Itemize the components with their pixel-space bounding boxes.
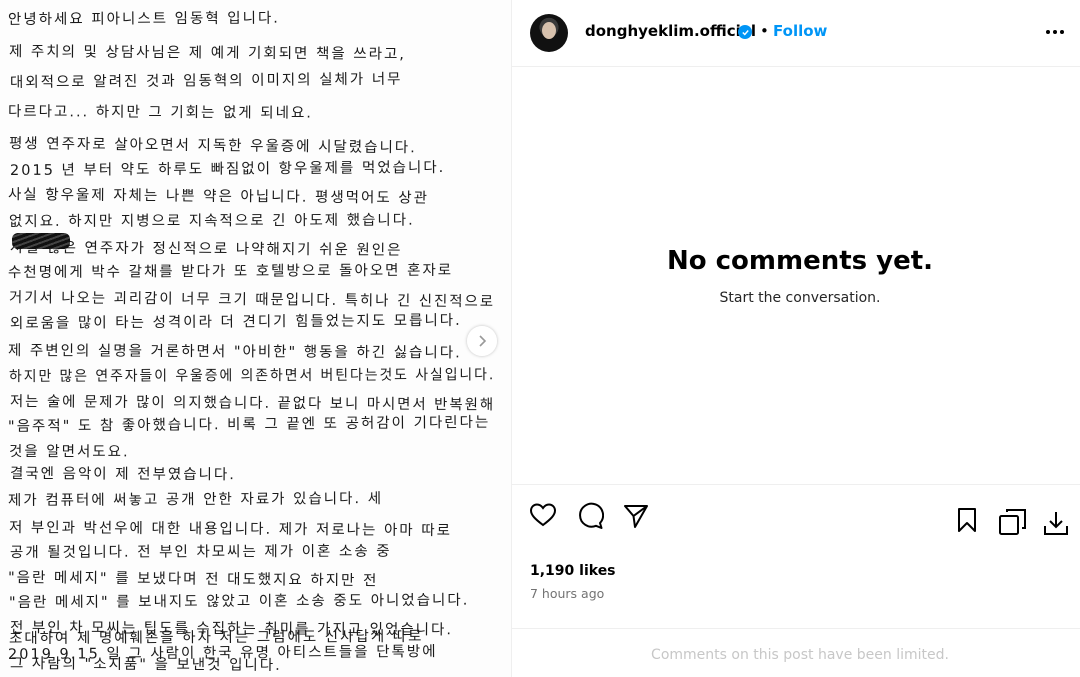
verified-badge-icon [738, 25, 752, 39]
handwritten-line: "음란 메세지" 를 보냈다며 전 대도했지요 하지만 전 [7, 569, 379, 590]
comment-icon[interactable] [576, 502, 604, 530]
post-timestamp[interactable]: 7 hours ago [530, 586, 604, 601]
download-icon[interactable] [1042, 509, 1070, 537]
handwritten-line: 거기서 나오는 괴리감이 너무 크기 때문입니다. 특히나 긴 신진적으로 [8, 290, 496, 311]
divider [512, 484, 1080, 485]
handwritten-line: 그 사람의 "소지품" 을 보낸것 입니다. [9, 656, 282, 674]
avatar[interactable] [530, 14, 568, 52]
more-horizontal-icon[interactable] [1044, 22, 1066, 42]
divider [512, 628, 1080, 629]
handwritten-line: 제가 컴퓨터에 써놓고 공개 안한 자료가 있습니다. 세 [7, 490, 384, 509]
scribbled-out-text [12, 233, 70, 249]
handwritten-line: 제 주치의 및 상담사님은 제 예게 기회되면 책을 쓰라고, [8, 43, 407, 63]
empty-comments-title: No comments yet. [666, 246, 934, 276]
post-image: 안녕하세요 피아니스트 임동혁 입니다. 제 주치의 및 상담사님은 제 예게 기… [0, 0, 511, 677]
empty-comments-subtitle: Start the conversation. [719, 290, 881, 306]
likes-count[interactable]: 1,190 likes [530, 563, 616, 579]
handwritten-line: 대외적으로 알려진 것과 임동혁의 이미지의 실체가 너무 [9, 71, 403, 92]
heart-icon[interactable] [529, 502, 557, 528]
post-side-panel: donghyeklim.official • Follow No comment… [512, 0, 1080, 677]
comments-limited-notice: Comments on this post have been limited. [651, 647, 949, 663]
post-header: donghyeklim.official • Follow [512, 0, 1080, 67]
handwritten-line: 사실 항우울제 자체는 나쁜 약은 아닙니다. 평생먹어도 상관 [7, 187, 430, 207]
username-link[interactable]: donghyeklim.official [585, 22, 756, 40]
handwritten-line: 초대하여 제 명예훼손을 하자 저는 그럼에도 신사답게 따로 [8, 629, 424, 648]
handwritten-line: 제 주변인의 실명을 거론하면서 "아비한" 행동을 하긴 싫습니다. [7, 342, 462, 362]
handwritten-line: 수천명에게 박수 갈채를 받다가 또 호텔방으로 돌아오면 혼자로 [7, 262, 454, 281]
handwritten-line: 평생 연주자로 살아오면서 지독한 우울증에 시달렸습니다. [8, 135, 417, 157]
handwritten-line: 외로움을 많이 타는 성격이라 더 견디기 힘들었는지도 모릅니다. [9, 312, 462, 333]
handwritten-line: "음란 메세지" 를 보내지도 않았고 이혼 소송 중도 아니었습니다. [8, 592, 470, 611]
handwritten-line: 2015 년 부터 약도 하루도 빠짐없이 항우울제를 먹었습니다. [9, 159, 446, 179]
handwritten-line: 결국엔 음악이 제 전부였습니다. [9, 465, 236, 483]
handwritten-line: 것을 알면서도요. [8, 443, 130, 461]
next-image-button[interactable] [467, 326, 497, 356]
chevron-right-icon [479, 335, 487, 347]
separator-dot: • [760, 22, 769, 40]
handwritten-line: 하지만 많은 연주자들이 우울증에 의존하면서 버틴다는것도 사실입니다. [8, 366, 496, 385]
handwritten-line: 공개 될것입니다. 전 부인 차모씨는 제가 이혼 소송 중 [9, 543, 392, 562]
share-icon[interactable] [622, 502, 650, 530]
handwritten-line: 없지요. 하지만 지병으로 지속적으로 긴 아도제 했습니다. [8, 212, 415, 231]
handwritten-line: 안녕하세요 피아니스트 임동혁 입니다. [7, 10, 280, 28]
handwritten-line: 다르다고... 하지만 그 기회는 없게 되네요. [7, 104, 313, 122]
handwritten-line: 저 부인과 박선우에 대한 내용입니다. 제가 저로나는 아마 따로 [8, 520, 453, 540]
follow-button[interactable]: Follow [773, 22, 827, 40]
bookmark-icon[interactable] [956, 507, 978, 533]
handwritten-line: "음주적" 도 참 좋아했습니다. 비록 그 끝엔 또 공허감이 기다린다는 [7, 414, 491, 436]
copy-icon[interactable] [998, 507, 1028, 537]
